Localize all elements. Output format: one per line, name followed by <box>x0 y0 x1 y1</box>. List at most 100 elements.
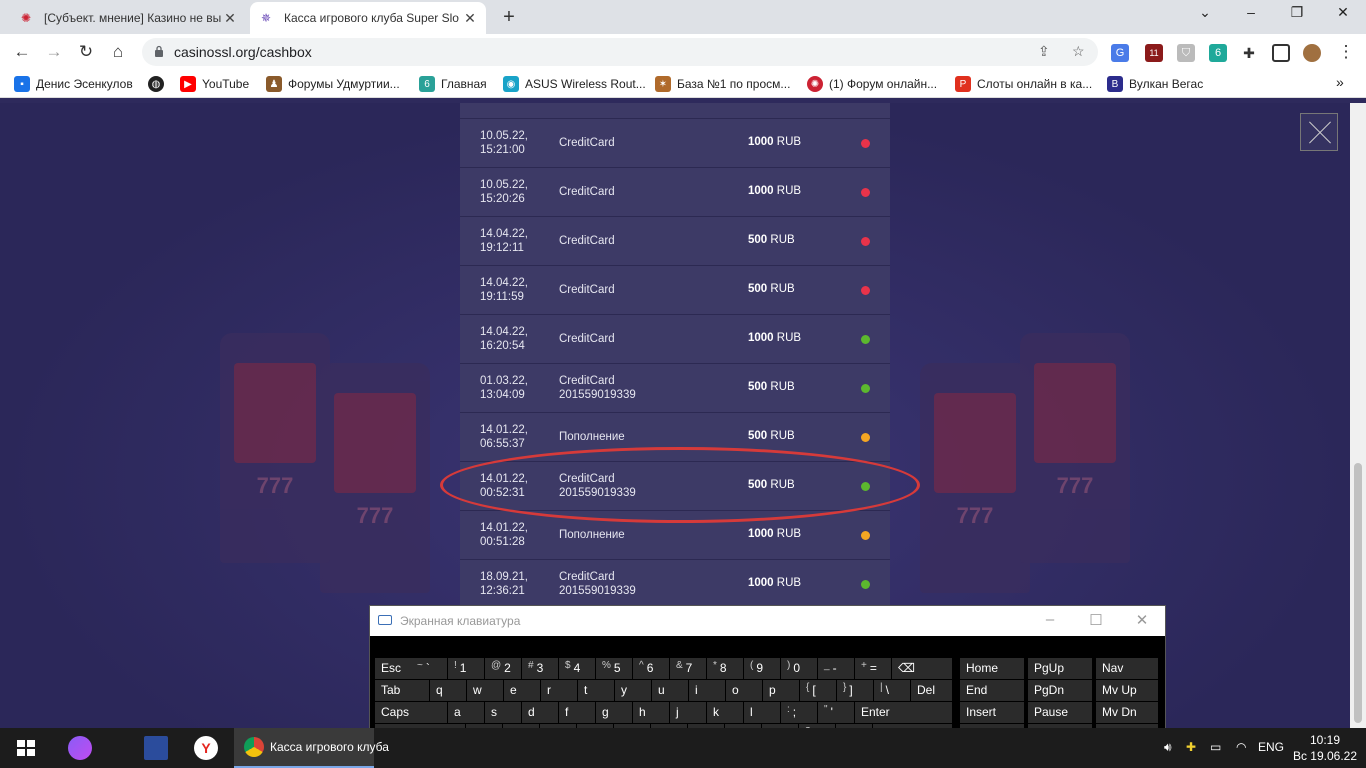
osk-key[interactable]: e <box>504 680 540 701</box>
bookmarks-overflow[interactable]: » <box>1336 74 1344 90</box>
osk-key[interactable]: d <box>522 702 558 723</box>
yandex-browser-icon[interactable]: Y <box>194 736 218 760</box>
battery-icon[interactable]: ▭ <box>1210 740 1221 754</box>
osk-maximize-icon[interactable]: ☐ <box>1076 611 1116 629</box>
osk-key[interactable]: @2 <box>485 658 521 679</box>
osk-key[interactable]: Tab <box>375 680 429 701</box>
osk-key[interactable]: Mv Dn <box>1096 702 1158 723</box>
extensions-puzzle-icon[interactable]: ✚ <box>1240 44 1258 62</box>
osk-key[interactable]: " ' <box>818 702 854 723</box>
osk-key[interactable]: (9 <box>744 658 780 679</box>
page-scrollbar[interactable] <box>1350 103 1366 728</box>
osk-key[interactable]: {[ <box>800 680 836 701</box>
clock[interactable]: 10:19 Вс 19.06.22 <box>1290 732 1360 764</box>
taskbar-chrome-app[interactable]: Касса игрового клуба <box>234 728 389 768</box>
osk-key[interactable]: % 5 <box>596 658 632 679</box>
osk-key[interactable]: End <box>960 680 1024 701</box>
osk-key[interactable]: ~ ` <box>411 658 447 679</box>
osk-close-icon[interactable]: ✕ <box>1122 611 1162 629</box>
osk-key[interactable]: $4 <box>559 658 595 679</box>
osk-key[interactable]: + = <box>855 658 891 679</box>
osk-key[interactable]: h <box>633 702 669 723</box>
osk-key[interactable]: ^ 6 <box>633 658 669 679</box>
home-icon[interactable]: ⌂ <box>108 42 128 62</box>
reload-icon[interactable]: ↻ <box>76 42 96 62</box>
osk-key[interactable]: r <box>541 680 577 701</box>
extension-badge-icon[interactable]: 11 <box>1145 44 1163 62</box>
osk-key[interactable]: f <box>559 702 595 723</box>
osk-key[interactable]: Mv Up <box>1096 680 1158 701</box>
bookmark-item[interactable]: ✺ (1) Форум онлайн... <box>807 76 937 92</box>
osk-minimize-icon[interactable]: – <box>1030 611 1070 628</box>
osk-key[interactable]: l <box>744 702 780 723</box>
bookmark-item[interactable]: P Слоты онлайн в ка... <box>955 76 1092 92</box>
side-panel-icon[interactable] <box>1272 44 1290 62</box>
close-modal-button[interactable] <box>1300 113 1338 151</box>
close-window-icon[interactable]: ✕ <box>1320 4 1366 21</box>
windows-start-icon[interactable] <box>14 736 38 760</box>
osk-key[interactable]: | \ <box>874 680 910 701</box>
alice-assistant-icon[interactable] <box>68 736 92 760</box>
tab-forum[interactable]: ✺ [Субъект. мнение] Казино не вы ✕ <box>10 2 246 34</box>
osk-key[interactable]: PgUp <box>1028 658 1092 679</box>
bookmark-star-icon[interactable]: ☆ <box>1072 43 1085 60</box>
osk-key[interactable]: o <box>726 680 762 701</box>
osk-key[interactable]: q <box>430 680 466 701</box>
save-disk-icon[interactable] <box>144 736 168 760</box>
share-icon[interactable]: ⇪ <box>1038 43 1050 60</box>
tab-cashbox[interactable]: ✵ Касса игрового клуба Super Slo ✕ <box>250 2 486 34</box>
osk-key[interactable]: ! 1 <box>448 658 484 679</box>
back-icon[interactable]: ← <box>12 42 32 62</box>
forward-icon[interactable]: → <box>44 42 64 62</box>
osk-key[interactable]: k <box>707 702 743 723</box>
osk-key[interactable]: * 8 <box>707 658 743 679</box>
osk-key[interactable]: Caps <box>375 702 447 723</box>
osk-key[interactable]: Esc <box>375 658 411 679</box>
new-tab-icon[interactable]: + <box>498 6 520 29</box>
osk-key[interactable]: :; <box>781 702 817 723</box>
profile-avatar[interactable] <box>1303 44 1321 62</box>
wifi-tray-icon[interactable]: ◠ <box>1236 740 1246 754</box>
osk-key[interactable]: Enter <box>855 702 952 723</box>
osk-key[interactable]: ) 0 <box>781 658 817 679</box>
osk-key[interactable]: a <box>448 702 484 723</box>
vpn-extension-icon[interactable]: 6 <box>1209 44 1227 62</box>
bookmark-item[interactable]: ◍ <box>148 76 170 92</box>
osk-key[interactable]: g <box>596 702 632 723</box>
osk-key[interactable]: #3 <box>522 658 558 679</box>
shield-extension-icon[interactable]: ⛉ <box>1177 44 1195 62</box>
bookmark-item[interactable]: B Вулкан Вегас <box>1107 76 1203 92</box>
osk-key[interactable]: i <box>689 680 725 701</box>
language-indicator[interactable]: ENG <box>1258 740 1284 754</box>
osk-key[interactable]: u <box>652 680 688 701</box>
close-tab-icon[interactable]: ✕ <box>222 10 238 27</box>
minimize-icon[interactable]: – <box>1228 4 1274 20</box>
tab-search-icon[interactable]: ⌄ <box>1182 4 1228 21</box>
osk-key[interactable]: PgDn <box>1028 680 1092 701</box>
osk-key[interactable]: Nav <box>1096 658 1158 679</box>
bookmark-item[interactable]: ▶ YouTube <box>180 76 249 92</box>
osk-key[interactable]: Insert <box>960 702 1024 723</box>
address-bar[interactable]: casinossl.org/cashbox ⇪ ☆ <box>142 38 1098 66</box>
osk-key[interactable]: t <box>578 680 614 701</box>
osk-key[interactable]: s <box>485 702 521 723</box>
osk-key[interactable]: y <box>615 680 651 701</box>
restore-icon[interactable]: ❐ <box>1274 4 1320 21</box>
menu-icon[interactable]: ⋮ <box>1336 42 1356 62</box>
osk-key[interactable]: j <box>670 702 706 723</box>
bookmark-item[interactable]: ▪ Денис Эсенкулов <box>14 76 133 92</box>
bookmark-item[interactable]: ✶ База №1 по просм... <box>655 76 790 92</box>
osk-key[interactable]: w <box>467 680 503 701</box>
volume-icon[interactable]: 🔊︎ <box>1164 740 1172 755</box>
osk-key[interactable]: & 7 <box>670 658 706 679</box>
osk-key[interactable]: Del <box>911 680 952 701</box>
osk-key[interactable]: _ - <box>818 658 854 679</box>
bookmark-item[interactable]: 6 Главная <box>419 76 487 92</box>
osk-key[interactable]: }] <box>837 680 873 701</box>
plus-tray-icon[interactable]: ✚ <box>1186 740 1196 754</box>
translate-extension-icon[interactable]: G <box>1111 44 1129 62</box>
bookmark-item[interactable]: ◉ ASUS Wireless Rout... <box>503 76 646 92</box>
osk-key[interactable]: p <box>763 680 799 701</box>
scrollbar-thumb[interactable] <box>1354 463 1362 723</box>
osk-key[interactable]: Pause <box>1028 702 1092 723</box>
